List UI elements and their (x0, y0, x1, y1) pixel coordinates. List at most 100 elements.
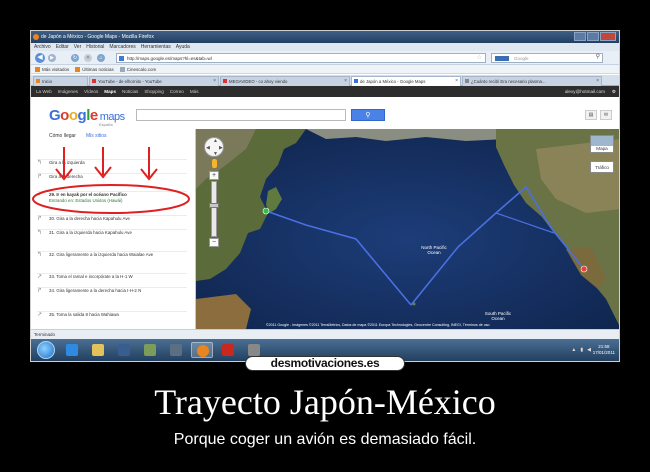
gbar-link-web[interactable]: La Web (36, 86, 52, 97)
stop-button[interactable]: ✕ (84, 54, 92, 62)
street-view-pegman-icon[interactable] (212, 159, 217, 168)
tab-other[interactable]: ¿Cuánto recibí Era necesario plasma... × (462, 76, 602, 86)
google-maps-logo[interactable]: Google maps (49, 107, 125, 124)
bookmark-item[interactable]: Cinescalo.com (119, 65, 156, 73)
gbar-link-images[interactable]: Imágenes (58, 86, 78, 97)
maps-search-button[interactable]: ⚲ (351, 109, 385, 121)
gbar-link-mail[interactable]: Correo (170, 86, 184, 97)
red-arrow-2 (94, 147, 112, 179)
search-icon[interactable]: ⚲ (596, 53, 600, 62)
menu-archivo[interactable]: Archivo (34, 43, 51, 51)
mail-icon[interactable]: ✉ (600, 110, 612, 120)
menu-editar[interactable]: Editar (56, 43, 69, 51)
directions-panel: Cómo llegar Mis sitios ↰ Gira a la izqui… (31, 129, 196, 329)
reload-button[interactable]: ↻ (71, 54, 79, 62)
gbar-link-more[interactable]: Más (190, 86, 199, 97)
bookmark-item[interactable]: Más visitados (35, 65, 69, 73)
bookmark-icon (119, 67, 125, 72)
screenshot-frame: de Japón a México - Google Maps - Mozill… (30, 30, 620, 362)
taskbar-app[interactable] (139, 342, 161, 358)
youtube-icon (92, 79, 96, 83)
taskbar-acrobat[interactable] (217, 342, 239, 358)
gear-icon[interactable]: ⚙ (612, 86, 616, 97)
back-button[interactable]: ◀ (35, 53, 45, 63)
end-marker (580, 265, 588, 273)
pan-left-icon: ◀ (206, 145, 210, 151)
tab-favicon (465, 79, 469, 83)
map-view[interactable]: North Pacific Ocean South Pacific Ocean ▲ … (196, 129, 619, 329)
map-copyright: ©2011 Google - Imágenes ©2011 TerraMetri… (266, 323, 490, 327)
status-bar: Terminado (31, 329, 619, 339)
close-button[interactable] (600, 32, 616, 41)
taskbar-ie[interactable] (61, 342, 83, 358)
print-icon[interactable]: ▤ (585, 110, 597, 120)
menu-ver[interactable]: Ver (74, 43, 82, 51)
zoom-slider-thumb[interactable] (209, 203, 219, 208)
tab-close-icon[interactable]: × (213, 77, 216, 86)
tab-close-icon[interactable]: × (344, 77, 347, 86)
poster-subtitle: Porque coger un avión es demasiado fácil… (173, 431, 477, 448)
search-placeholder: Google (514, 56, 529, 61)
tab-youtube[interactable]: YouTube - de elhornito - YouTube × (89, 76, 219, 86)
taskbar-firefox[interactable] (191, 342, 213, 358)
tab-megavideo[interactable]: MEGAVIDEO - co ahoy viendo × (220, 76, 350, 86)
pan-down-icon: ▼ (213, 151, 218, 157)
menu-bar: Archivo Editar Ver Historial Marcadores … (31, 43, 619, 51)
tab-close-icon[interactable]: × (455, 77, 458, 86)
maximize-button[interactable] (587, 32, 599, 41)
maps-country: España (99, 122, 113, 127)
bookmark-star-icon[interactable]: ☆ (477, 54, 482, 63)
map-type-mapa[interactable]: Mapa (590, 135, 614, 153)
poster-title: Trayecto Japón-México (154, 382, 496, 422)
menu-marcadores[interactable]: Marcadores (109, 43, 135, 51)
search-engine-icon[interactable] (495, 56, 509, 61)
clock-date: 17/01/2011 (592, 350, 615, 355)
menu-ayuda[interactable]: Ayuda (176, 43, 190, 51)
zoom-out-button[interactable]: − (209, 238, 219, 247)
red-ellipse (32, 184, 190, 214)
menu-herramientas[interactable]: Herramientas (141, 43, 171, 51)
tab-strip: Inicio YouTube - de elhornito - YouTube … (31, 75, 619, 86)
pan-up-icon: ▲ (213, 138, 218, 144)
map-type-trafico[interactable]: Tráfico (590, 161, 614, 173)
tab-close-icon[interactable]: × (596, 77, 599, 86)
volume-icon[interactable]: ◀ (587, 347, 591, 353)
taskbar-explorer[interactable] (87, 342, 109, 358)
firefox-icon (33, 34, 39, 40)
megavideo-icon (223, 79, 227, 83)
gbar-link-maps[interactable]: Maps (104, 86, 116, 97)
forward-button[interactable]: ▶ (48, 54, 56, 62)
user-account[interactable]: alexy@hotmail.com (565, 86, 605, 97)
gbar-link-news[interactable]: Noticias (122, 86, 138, 97)
gbar-link-shopping[interactable]: Shopping (144, 86, 163, 97)
google-maps-icon (354, 79, 358, 83)
zoom-in-button[interactable]: + (209, 171, 219, 180)
taskbar-app[interactable] (165, 342, 187, 358)
search-bar[interactable]: Google ⚲ (491, 53, 603, 63)
taskbar-clock[interactable]: 21:58 17/01/2011 (593, 344, 615, 356)
taskbar-media[interactable] (113, 342, 135, 358)
site-favicon (119, 56, 124, 61)
minimize-button[interactable] (574, 32, 586, 41)
tab-favicon (36, 79, 40, 83)
gbar-link-videos[interactable]: Vídeos (84, 86, 98, 97)
menu-historial[interactable]: Historial (86, 43, 104, 51)
tab-google-maps[interactable]: de Japón a México - Google Maps × (351, 76, 461, 86)
start-marker (262, 207, 270, 215)
map-thumb (591, 136, 613, 146)
satellite-map: North Pacific Ocean South Pacific Ocean (196, 129, 619, 329)
tab-inicio[interactable]: Inicio (33, 76, 88, 86)
tray-arrow-icon[interactable]: ▲ (571, 347, 576, 353)
url-text: http://maps.google.es/maps?hl=es&tab=wl (127, 56, 212, 61)
url-bar[interactable]: http://maps.google.es/maps?hl=es&tab=wl … (116, 53, 486, 63)
red-arrow-3 (140, 147, 158, 181)
maps-header: Google maps España ⚲ ▤ ✉ (31, 97, 619, 129)
bookmark-item[interactable]: Últimas noticias (75, 65, 114, 73)
network-icon[interactable]: ▮ (580, 347, 583, 353)
home-button[interactable]: ⌂ (97, 54, 105, 62)
start-button[interactable] (37, 341, 55, 359)
zoom-slider[interactable] (211, 181, 217, 237)
site-watermark: desmotivaciones.es (245, 356, 405, 371)
pan-control[interactable]: ▲ ▼ ◀ ▶ (204, 137, 224, 157)
maps-search-input[interactable] (136, 109, 346, 121)
